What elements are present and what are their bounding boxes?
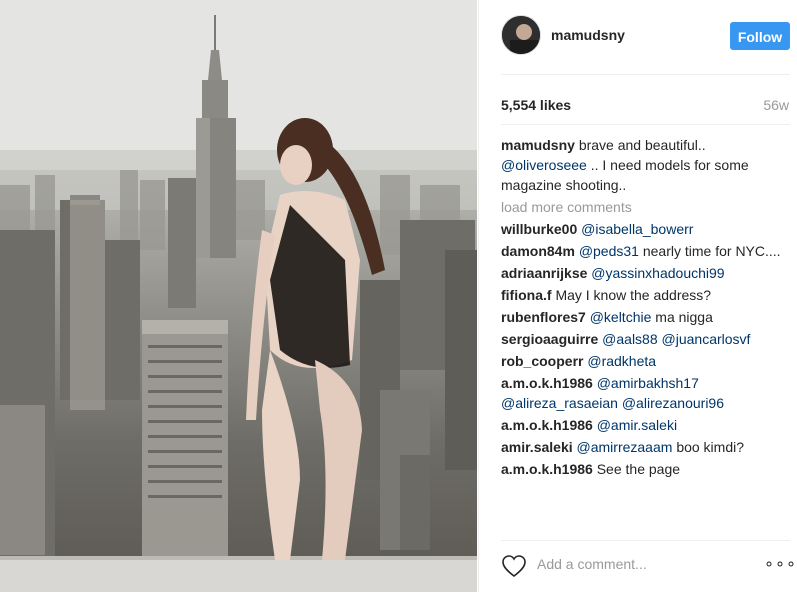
comment-text: May I know the address? [555,287,712,303]
comment-mention[interactable]: @juancarlosvf [662,331,751,347]
comment: amir.saleki @amirrezaaam boo kimdi? [501,437,790,457]
comments-list: mamudsny brave and beautiful.. @oliveros… [501,135,790,481]
caption-username[interactable]: mamudsny [501,137,575,153]
comment: willburke00 @isabella_bowerr [501,219,790,239]
add-comment-input[interactable]: Add a comment... [537,556,647,572]
comment-username[interactable]: a.m.o.k.h1986 [501,417,593,433]
likes-divider [501,124,790,125]
comment-mention[interactable]: @radkheta [587,353,656,369]
likes-count[interactable]: 5,554 likes [501,97,571,113]
more-options-icon[interactable]: ∘∘∘ [764,554,796,574]
comment-mention[interactable]: @peds31 [579,243,639,259]
comment: a.m.o.k.h1986 See the page [501,459,790,479]
comment-username[interactable]: adriaanrijkse [501,265,587,281]
comment-username[interactable]: fifiona.f [501,287,552,303]
comment-mention[interactable]: @keltchie [590,309,652,325]
header-divider [501,74,790,75]
comment-username[interactable]: rob_cooperr [501,353,583,369]
comment-username[interactable]: sergioaaguirre [501,331,598,347]
comment-mention[interactable]: @amir.saleki [597,417,677,433]
comment-mention[interactable]: @amirbakhsh17 [597,375,699,391]
comment: a.m.o.k.h1986 @amir.saleki [501,415,790,435]
comment-mention[interactable]: @isabella_bowerr [581,221,693,237]
comment-text: See the page [596,461,681,477]
comment-username[interactable]: rubenflores7 [501,309,586,325]
comment-mention[interactable]: @alireza_rasaeian [501,395,618,411]
comment-mention[interactable]: @aals88 [602,331,657,347]
comment-text: ma nigga [655,309,713,325]
post-username[interactable]: mamudsny [551,27,625,43]
comment-mention[interactable]: @alirezanouri96 [622,395,724,411]
comment-mention[interactable]: @amirrezaaam [577,439,673,455]
post-time[interactable]: 56w [763,97,789,113]
comment-text: nearly time for NYC.... [642,243,781,259]
comment: fifiona.f May I know the address? [501,285,790,305]
comment-bar: Add a comment... ∘∘∘ [479,540,797,592]
caption-mention[interactable]: @oliveroseee [501,157,587,173]
comment: adriaanrijkse @yassinxhadouchi99 [501,263,790,283]
comment-username[interactable]: a.m.o.k.h1986 [501,461,593,477]
comment: rubenflores7 @keltchie ma nigga [501,307,790,327]
caption: mamudsny brave and beautiful.. @oliveros… [501,135,790,195]
comment-username[interactable]: damon84m [501,243,575,259]
comment: rob_cooperr @radkheta [501,351,790,371]
post-photo[interactable] [0,0,477,592]
follow-button[interactable]: Follow [730,22,790,50]
comment: a.m.o.k.h1986 @amirbakhsh17 @alireza_ras… [501,373,790,413]
load-more-comments-link[interactable]: load more comments [501,197,790,217]
comment-username[interactable]: a.m.o.k.h1986 [501,375,593,391]
avatar[interactable] [501,15,541,55]
comment-text: boo kimdi? [676,439,745,455]
post-header: mamudsny Follow [479,0,797,74]
comment-username[interactable]: amir.saleki [501,439,573,455]
comment-username[interactable]: willburke00 [501,221,577,237]
caption-text: brave and beautiful.. [578,137,706,153]
comment: damon84m @peds31 nearly time for NYC.... [501,241,790,261]
comment-mention[interactable]: @yassinxhadouchi99 [591,265,724,281]
city-skyline-photo [0,0,477,592]
post-details-panel: mamudsny Follow 5,554 likes 56w mamudsny… [478,0,797,592]
comment: sergioaaguirre @aals88 @juancarlosvf [501,329,790,349]
heart-icon[interactable] [501,554,527,578]
